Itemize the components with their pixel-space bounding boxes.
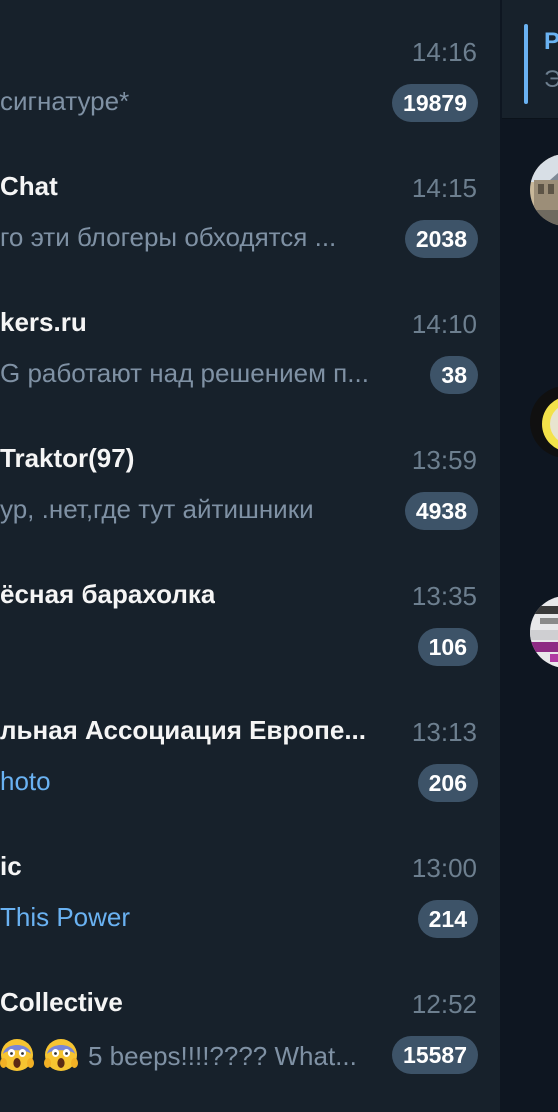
- chat-list-item[interactable]: Collective 12:52 5 beeps!!!!???? What...…: [0, 984, 500, 1112]
- chat-time: 13:00: [411, 853, 477, 883]
- unread-badge: 38: [430, 356, 478, 394]
- chat-time: 13:13: [411, 717, 477, 747]
- face-screaming-in-fear-icon: [44, 1039, 78, 1071]
- face-screaming-in-fear-icon: [0, 1039, 34, 1071]
- chat-list-item[interactable]: 14:16 сигнатуре* 19879: [0, 32, 500, 168]
- unread-badge: 106: [417, 628, 478, 666]
- avatar-yellow-character: [530, 386, 558, 458]
- chat-preview: го эти блогеры обходятся ...: [0, 222, 337, 252]
- chat-list-item[interactable]: льная Ассоциация Европе... 13:13 hoto 20…: [0, 712, 500, 848]
- chat-name: Collective: [0, 987, 123, 1017]
- chat-name: Chat: [0, 171, 58, 201]
- chat-list[interactable]: 14:16 сигнатуре* 19879 Chat 14:15 го эти…: [0, 0, 500, 1112]
- chat-time: 14:10: [411, 309, 477, 339]
- pinned-subtitle: Э: [544, 66, 558, 93]
- chat-time: 13:35: [411, 581, 477, 611]
- unread-badge: 2038: [404, 220, 478, 258]
- chat-time: 14:15: [411, 173, 477, 203]
- chat-preview-media: hoto: [0, 766, 51, 796]
- chat-preview: сигнатуре*: [0, 86, 130, 116]
- chat-list-item[interactable]: Chat 14:15 го эти блогеры обходятся ... …: [0, 168, 500, 304]
- chat-preview: 5 beeps!!!!???? What...: [0, 1038, 357, 1072]
- chat-time: 13:59: [411, 445, 477, 475]
- unread-badge: 19879: [392, 84, 478, 122]
- unread-badge: 206: [417, 764, 478, 802]
- chat-list-item[interactable]: kers.ru 14:10 G работают над решением п.…: [0, 304, 500, 440]
- chat-preview-media: This Power: [0, 902, 131, 932]
- unread-badge: 4938: [404, 492, 478, 530]
- chat-preview-text: 5 beeps!!!!???? What...: [88, 1041, 357, 1071]
- chat-time: 12:52: [411, 989, 477, 1019]
- avatar[interactable]: [530, 154, 558, 226]
- avatar[interactable]: [530, 596, 558, 668]
- avatar-building-photo: [530, 154, 558, 226]
- chat-list-item[interactable]: ёсная барахолка 13:35 106: [0, 576, 500, 712]
- chat-list-item[interactable]: ic 13:00 This Power 214: [0, 848, 500, 984]
- chat-name: льная Ассоциация Европе...: [0, 715, 367, 745]
- chat-name: Traktor(97): [0, 443, 135, 473]
- pinned-message-bar[interactable]: P Э: [502, 0, 558, 119]
- chat-name: ic: [0, 851, 22, 881]
- chat-name: ёсная барахолка: [0, 579, 216, 609]
- avatar[interactable]: [530, 386, 558, 458]
- avatar-glitch-image: [530, 596, 558, 668]
- unread-badge: 15587: [392, 1036, 478, 1074]
- chat-view: P Э: [502, 0, 558, 1112]
- unread-badge: 214: [417, 900, 478, 938]
- chat-list-item[interactable]: Traktor(97) 13:59 ур, .нет,где тут айтиш…: [0, 440, 500, 576]
- pinned-title: P: [544, 28, 558, 55]
- chat-preview: G работают над решением п...: [0, 358, 369, 388]
- pinned-accent-line: [524, 24, 528, 104]
- chat-name: kers.ru: [0, 307, 87, 337]
- chat-preview: ур, .нет,где тут айтишники: [0, 494, 314, 524]
- chat-time: 14:16: [411, 37, 477, 67]
- telegram-window: 14:16 сигнатуре* 19879 Chat 14:15 го эти…: [0, 0, 558, 1112]
